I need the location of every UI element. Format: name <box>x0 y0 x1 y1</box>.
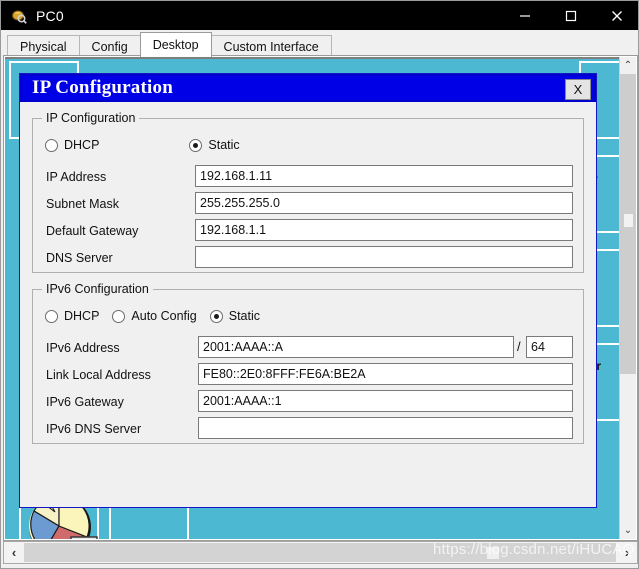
window-title: PC0 <box>36 7 64 24</box>
horizontal-scroll-track[interactable] <box>24 543 616 562</box>
horizontal-scroll-thumb-notch <box>487 547 499 559</box>
dialog-titlebar: IP Configuration X <box>20 74 596 102</box>
ipv4-mode-radios: DHCP Static <box>45 138 240 152</box>
minimize-button[interactable] <box>502 1 548 30</box>
ipv6-group-title: IPv6 Configuration <box>42 282 153 296</box>
ipv4-dhcp-label: DHCP <box>64 138 100 152</box>
ipv4-static-radio[interactable]: Static <box>189 138 240 152</box>
vertical-scroll-thumb[interactable] <box>620 74 636 374</box>
ipv6-address-label: IPv6 Address <box>46 341 120 355</box>
ipv4-static-label: Static <box>208 138 240 152</box>
ipv4-group: IP Configuration DHCP Static IP Address … <box>32 111 584 273</box>
desktop-scroll-area: r or <box>5 57 621 539</box>
vertical-scrollbar[interactable]: ⌃ ⌄ <box>619 57 636 539</box>
ipv6-address-input[interactable]: 2001:AAAA::A <box>198 336 514 358</box>
dialog-body: IP Configuration DHCP Static IP Address … <box>20 102 596 507</box>
ipv6-auto-config-radio[interactable]: Auto Config <box>112 309 197 323</box>
ipv6-prefix-input[interactable]: 64 <box>526 336 573 358</box>
radio-indicator <box>45 138 58 152</box>
ipv6-dns-server-input[interactable] <box>198 417 573 439</box>
radio-indicator <box>209 309 223 323</box>
content-pane: r or <box>3 55 638 541</box>
tab-physical[interactable]: Physical <box>7 35 80 57</box>
default-gateway-label: Default Gateway <box>46 224 139 238</box>
ipv6-auto-config-label: Auto Config <box>131 309 197 323</box>
scroll-down-arrow-icon[interactable]: ⌄ <box>620 522 636 539</box>
tab-custom-interface-label: Custom Interface <box>223 39 319 54</box>
dialog-close-button[interactable]: X <box>565 79 591 100</box>
ipv6-gateway-label: IPv6 Gateway <box>46 395 124 409</box>
tab-physical-label: Physical <box>20 39 67 54</box>
ip-address-label: IP Address <box>46 170 107 184</box>
ipv6-dhcp-radio[interactable]: DHCP <box>45 309 99 323</box>
desktop-surface[interactable]: r or <box>5 59 621 539</box>
tab-config-label: Config <box>91 39 128 54</box>
radio-indicator <box>189 138 203 152</box>
vertical-scroll-track[interactable] <box>620 74 636 522</box>
window-titlebar: PC0 <box>1 1 638 30</box>
tab-custom-interface[interactable]: Custom Interface <box>210 35 332 57</box>
link-local-address-input[interactable]: FE80::2E0:8FFF:FE6A:BE2A <box>198 363 573 385</box>
subnet-mask-input[interactable]: 255.255.255.0 <box>195 192 573 214</box>
tab-config[interactable]: Config <box>78 35 141 57</box>
ip-address-input[interactable]: 192.168.1.11 <box>195 165 573 187</box>
radio-indicator <box>45 309 58 323</box>
device-pc-icon <box>11 8 27 24</box>
subnet-mask-label: Subnet Mask <box>46 197 119 211</box>
ipv6-group: IPv6 Configuration DHCP Auto Config Stat… <box>32 282 584 444</box>
ipv6-static-label: Static <box>228 309 261 323</box>
ipv6-dhcp-label: DHCP <box>64 309 100 323</box>
tab-strip: Physical Config Desktop Custom Interface <box>1 30 638 57</box>
tab-desktop[interactable]: Desktop <box>139 32 212 57</box>
dns-server-label: DNS Server <box>46 251 113 265</box>
radio-indicator <box>112 309 126 323</box>
maximize-button[interactable] <box>548 1 594 30</box>
default-gateway-input[interactable]: 192.168.1.1 <box>195 219 573 241</box>
tab-desktop-label: Desktop <box>152 38 199 52</box>
close-button[interactable] <box>594 1 638 30</box>
ipv6-gateway-input[interactable]: 2001:AAAA::1 <box>198 390 573 412</box>
dialog-title: IP Configuration <box>32 77 173 98</box>
ipv6-mode-radios: DHCP Auto Config Static <box>45 309 260 323</box>
window-controls <box>502 1 638 30</box>
horizontal-scrollbar[interactable]: ‹ › <box>3 541 638 564</box>
ip-configuration-dialog: IP Configuration X IP Configuration DHCP <box>19 73 597 508</box>
scroll-left-arrow-icon[interactable]: ‹ <box>4 542 24 563</box>
scroll-right-arrow-icon[interactable]: › <box>617 542 637 563</box>
ipv6-static-radio[interactable]: Static <box>209 309 261 323</box>
ipv6-dns-server-label: IPv6 DNS Server <box>46 422 142 436</box>
link-local-address-label: Link Local Address <box>46 368 151 382</box>
vertical-scroll-thumb-notch <box>624 214 633 227</box>
app-window: PC0 Physical Config Desktop Custom Inter… <box>0 0 639 569</box>
dns-server-input[interactable] <box>195 246 573 268</box>
scroll-up-arrow-icon[interactable]: ⌃ <box>620 57 636 74</box>
ipv6-prefix-separator: / <box>517 339 521 354</box>
ipv4-dhcp-radio[interactable]: DHCP <box>45 138 99 152</box>
ipv4-group-title: IP Configuration <box>42 111 140 125</box>
